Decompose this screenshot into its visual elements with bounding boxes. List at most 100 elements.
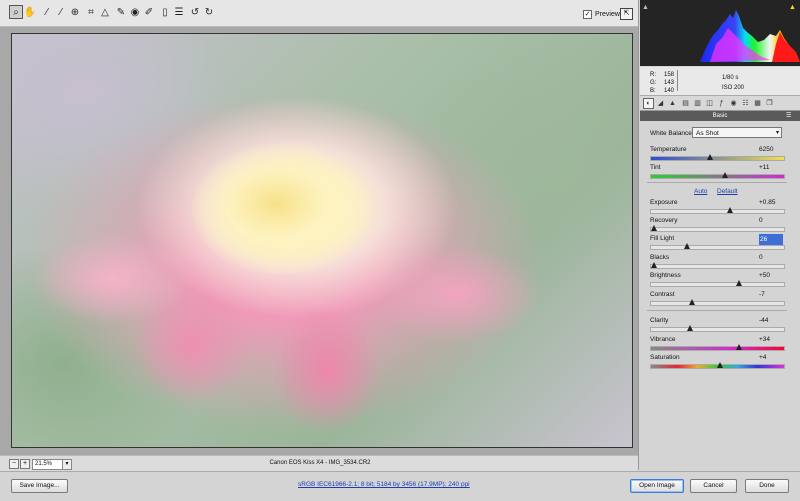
exposure-slider[interactable]: [650, 207, 785, 214]
brightness-slider[interactable]: [650, 280, 785, 287]
temperature-label: Temperature: [650, 146, 687, 153]
tab-detail-icon[interactable]: ▲: [667, 98, 678, 109]
preview-toggle[interactable]: ✓ Preview: [583, 10, 620, 19]
exposure-label: Exposure: [650, 199, 678, 206]
highlight-clipping-icon[interactable]: ▲: [789, 4, 796, 11]
readout-divider: [677, 70, 678, 91]
tab-lens-corrections-icon[interactable]: ◫: [704, 98, 715, 109]
vibrance-slider-handle[interactable]: [736, 344, 743, 350]
divider: [647, 310, 787, 311]
recovery-value-field[interactable]: 0: [759, 216, 781, 225]
contrast-slider[interactable]: [650, 299, 785, 306]
rotate-left-icon[interactable]: ↺: [189, 6, 201, 18]
zoom-in-icon[interactable]: +: [20, 459, 30, 469]
clarity-slider[interactable]: [650, 325, 785, 332]
contrast-value-field[interactable]: -7: [759, 290, 781, 299]
hand-tool-icon[interactable]: ✋: [24, 6, 36, 18]
tab-tone-curve-icon[interactable]: ◢: [655, 98, 666, 109]
temperature-value-field[interactable]: 6250: [759, 145, 781, 154]
panel-title: Basic: [640, 111, 800, 121]
rotate-right-icon[interactable]: ↻: [203, 6, 215, 18]
target-adjustment-tool-icon[interactable]: ⊕: [69, 6, 81, 18]
rgb-readout: R: 158 G: 143 B: 140: [650, 72, 675, 94]
brightness-value-field[interactable]: +50: [759, 271, 781, 280]
graduated-filter-icon[interactable]: ▯: [159, 6, 171, 18]
tint-label: Tint: [650, 164, 661, 171]
temperature-slider-handle[interactable]: [706, 154, 713, 160]
temperature-slider[interactable]: [650, 154, 785, 161]
brightness-label: Brightness: [650, 272, 681, 279]
image-caption: Canon EOS Kiss X4 - IMG_3534.CR2: [269, 460, 371, 466]
color-sampler-tool-icon[interactable]: ⁄: [55, 6, 67, 18]
vibrance-value-field[interactable]: +34: [759, 335, 781, 344]
default-link[interactable]: Default: [717, 188, 738, 195]
saturation-slider-handle[interactable]: [717, 362, 724, 368]
exif-readout: 1/80 s ISO 200: [722, 73, 744, 93]
vibrance-slider[interactable]: [650, 344, 785, 351]
iso-value: ISO 200: [722, 85, 745, 91]
canvas-statusbar: − + 21.5% ▾ Canon EOS Kiss X4 - IMG_3534…: [0, 455, 638, 471]
exposure-slider-handle[interactable]: [727, 207, 734, 213]
chevron-down-icon: ▾: [775, 130, 779, 136]
cancel-button[interactable]: Cancel: [690, 479, 737, 493]
open-image-button[interactable]: Open Image: [630, 479, 684, 493]
fill-light-value-field[interactable]: 26: [759, 234, 783, 245]
adjustment-brush-icon[interactable]: ✐: [143, 6, 155, 18]
recovery-slider[interactable]: [650, 225, 785, 232]
clarity-label: Clarity: [650, 317, 669, 324]
tab-hsl-icon[interactable]: ▤: [680, 98, 691, 109]
red-eye-removal-tool-icon[interactable]: ◉: [129, 6, 141, 18]
tab-snapshots-2-icon[interactable]: ❐: [764, 98, 775, 109]
white-balance-select[interactable]: As Shot ▾: [692, 127, 782, 138]
vibrance-label: Vibrance: [650, 336, 676, 343]
auto-link[interactable]: Auto: [694, 188, 707, 195]
zoom-level-field[interactable]: 21.5%: [32, 459, 63, 470]
tint-value-field[interactable]: +11: [759, 163, 781, 172]
contrast-label: Contrast: [650, 291, 675, 298]
crop-tool-icon[interactable]: ⌗: [85, 6, 97, 18]
zoom-out-icon[interactable]: −: [9, 459, 19, 469]
exposure-value-field[interactable]: +0.85: [759, 198, 781, 207]
tab-snapshots-icon[interactable]: ▦: [752, 98, 763, 109]
recovery-label: Recovery: [650, 217, 678, 224]
tab-presets-icon[interactable]: ☷: [740, 98, 751, 109]
tab-split-toning-icon[interactable]: ▥: [692, 98, 703, 109]
tab-basic-icon[interactable]: ◐: [643, 98, 654, 109]
saturation-value-field[interactable]: +4: [759, 353, 781, 362]
shadow-clipping-icon[interactable]: ▲: [642, 4, 649, 11]
preview-label: Preview: [595, 11, 620, 18]
fill-light-slider[interactable]: [650, 243, 785, 250]
brightness-slider-handle[interactable]: [736, 280, 743, 286]
zoom-tool-icon[interactable]: ⌕: [9, 5, 23, 19]
preview-checkbox[interactable]: ✓: [583, 10, 592, 19]
panel-menu-icon[interactable]: ☰: [786, 112, 791, 119]
histogram: [640, 0, 800, 66]
tint-slider[interactable]: [650, 172, 785, 179]
fill-light-slider-handle[interactable]: [684, 243, 691, 249]
blacks-slider-handle[interactable]: [651, 262, 657, 268]
saturation-slider[interactable]: [650, 362, 785, 369]
tab-effects-icon[interactable]: ƒ: [716, 98, 727, 109]
blacks-value-field[interactable]: 0: [759, 253, 781, 262]
white-balance-value: As Shot: [696, 130, 719, 137]
save-image-button[interactable]: Save Image...: [11, 479, 68, 493]
fill-light-label: Fill Light: [650, 235, 675, 242]
tint-slider-handle[interactable]: [722, 172, 729, 178]
clarity-slider-handle[interactable]: [686, 325, 693, 331]
tab-camera-calibration-icon[interactable]: ◉: [728, 98, 739, 109]
toolbar: ⌕ ✋ ⁄ ⁄ ⊕ ⌗ △ ✎ ◉ ✐ ▯ ☰ ↺ ↻: [0, 0, 638, 27]
blacks-slider[interactable]: [650, 262, 785, 269]
preferences-icon[interactable]: ☰: [173, 6, 185, 18]
image-preview[interactable]: [11, 33, 633, 448]
saturation-label: Saturation: [650, 354, 680, 361]
spot-removal-tool-icon[interactable]: ✎: [115, 6, 127, 18]
white-balance-tool-icon[interactable]: ⁄: [41, 6, 53, 18]
zoom-dropdown-icon[interactable]: ▾: [62, 459, 72, 470]
straighten-tool-icon[interactable]: △: [99, 6, 111, 18]
contrast-slider-handle[interactable]: [689, 299, 696, 305]
fullscreen-icon[interactable]: ⇱: [620, 8, 633, 20]
workflow-options-link[interactable]: sRGB IEC61966-2.1; 8 bit; 5184 by 3456 (…: [298, 481, 470, 488]
done-button[interactable]: Done: [745, 479, 789, 493]
recovery-slider-handle[interactable]: [651, 225, 657, 231]
clarity-value-field[interactable]: -44: [759, 316, 781, 325]
